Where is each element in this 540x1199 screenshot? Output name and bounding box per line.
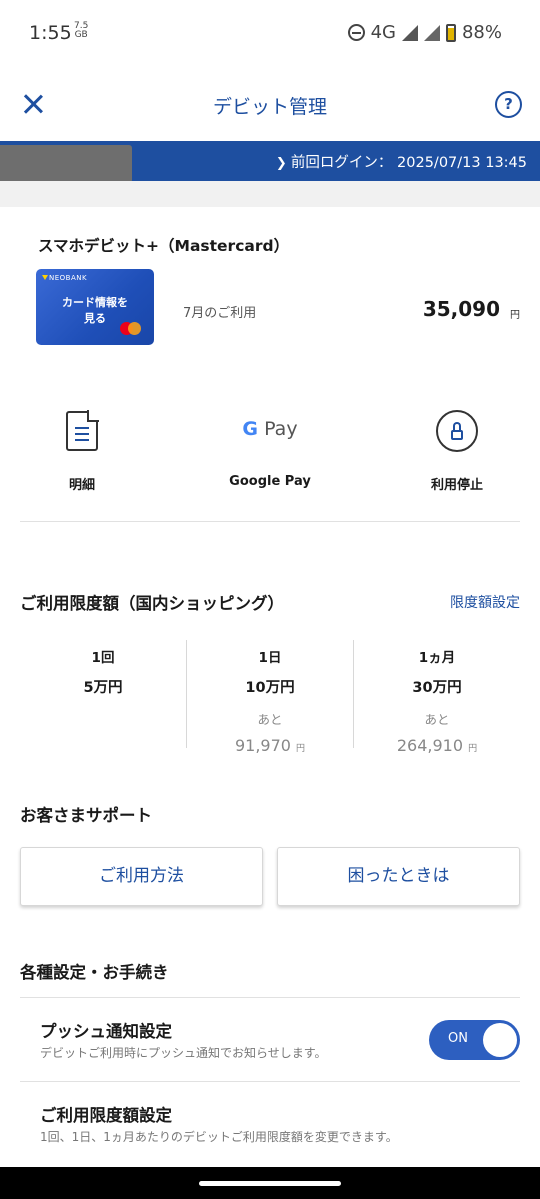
limit-value: 10万円 <box>245 680 295 696</box>
google-pay-label: Google Pay <box>229 474 311 489</box>
limit-header: 1ヵ月 <box>418 650 456 666</box>
status-icons: 4G 88% <box>347 22 502 43</box>
limit-setting-desc: 1回、1日、1ヵ月あたりのデビットご利用限度額を変更できます。 <box>40 1130 398 1144</box>
limit-header: 1回 <box>91 650 115 666</box>
limit-header: 1日 <box>258 650 282 666</box>
battery-percent: 88% <box>461 22 502 43</box>
data-usage: 7.5 GB <box>74 22 88 40</box>
signal-icon <box>401 24 418 41</box>
login-bar: ❯ 前回ログイン： 2025/07/13 13:45 <box>0 141 540 183</box>
limit-per-day: 1日 10万円 あと 91,970 円 <box>187 640 353 755</box>
page-title: デビット管理 <box>212 96 327 118</box>
remaining-amount: 264,910 円 <box>354 736 520 755</box>
limit-per-transaction: 1回 5万円 <box>20 640 186 697</box>
settings-title: 各種設定・お手続き <box>20 963 169 982</box>
remaining-amount: 91,970 円 <box>187 736 353 755</box>
last-login[interactable]: ❯ 前回ログイン： 2025/07/13 13:45 <box>276 151 527 172</box>
home-gesture-handle[interactable] <box>199 1181 341 1186</box>
signal-roaming-icon <box>423 24 440 41</box>
remaining-yen: 円 <box>296 744 306 754</box>
remaining-value: 264,910 <box>396 736 464 755</box>
push-notification-title: プッシュ通知設定 <box>40 1022 172 1041</box>
toggle-state: ON <box>448 1031 468 1046</box>
push-notification-desc: デビットご利用時にプッシュ通知でお知らせします。 <box>40 1046 327 1060</box>
card-info-button[interactable]: NEOBANK カード情報を 見る <box>36 269 154 345</box>
data-usage-unit: GB <box>74 30 88 40</box>
system-nav-bar <box>0 1167 540 1199</box>
statement-label: 明細 <box>68 478 95 493</box>
remaining-label: あと <box>257 712 283 727</box>
limit-setting-title[interactable]: ご利用限度額設定 <box>40 1102 172 1126</box>
card-caption-line2: 見る <box>84 312 106 325</box>
toggle-knob <box>483 1023 517 1057</box>
remaining-label: あと <box>424 712 450 727</box>
lock-icon <box>436 410 478 452</box>
network-type: 4G <box>370 22 396 43</box>
document-icon <box>66 410 99 451</box>
card-brand: NEOBANK <box>49 274 88 282</box>
remaining-yen: 円 <box>468 744 478 754</box>
status-time: 1:55 <box>29 22 72 44</box>
limit-per-month: 1ヵ月 30万円 あと 264,910 円 <box>354 640 520 755</box>
usage-amount: 35,090 <box>422 297 500 321</box>
google-g-logo: G <box>242 418 259 440</box>
app-header: デビット管理 ? <box>0 66 540 141</box>
chevron-right-icon: ❯ <box>275 156 291 171</box>
section-gap <box>0 181 540 207</box>
support-title: お客さまサポート <box>20 806 152 825</box>
masked-user-name <box>0 145 132 183</box>
divider <box>20 1081 520 1082</box>
limit-value: 5万円 <box>83 680 123 696</box>
last-login-text: 前回ログイン： 2025/07/13 13:45 <box>290 155 527 171</box>
do-not-disturb-icon <box>347 24 365 41</box>
status-bar: 1:55 7.5 GB 4G 88% <box>0 0 540 66</box>
limit-settings-link[interactable]: 限度額設定 <box>450 592 520 612</box>
push-notification-toggle[interactable]: ON <box>429 1020 520 1060</box>
usage-label: 7月のご利用 <box>183 306 257 321</box>
google-pay-logo-text: Pay <box>264 418 298 440</box>
limit-value: 30万円 <box>412 680 462 696</box>
neobank-logo-icon <box>42 275 48 280</box>
google-pay-icon: G Pay <box>195 418 345 440</box>
limit-title: ご利用限度額（国内ショッピング） <box>20 594 284 613</box>
remaining-value: 91,970 <box>234 736 291 755</box>
card-caption-line1: カード情報を <box>62 296 128 309</box>
card-name: スマホデビット+（Mastercard） <box>38 237 290 255</box>
troubleshooting-button[interactable]: 困ったときは <box>277 847 520 906</box>
suspend-label: 利用停止 <box>430 478 483 493</box>
how-to-use-button[interactable]: ご利用方法 <box>20 847 263 906</box>
divider <box>20 521 520 522</box>
divider <box>20 997 520 998</box>
usage-yen: 円 <box>510 310 520 321</box>
help-icon[interactable]: ? <box>495 91 522 118</box>
mastercard-icon-circle <box>128 322 141 335</box>
battery-icon <box>445 23 456 42</box>
